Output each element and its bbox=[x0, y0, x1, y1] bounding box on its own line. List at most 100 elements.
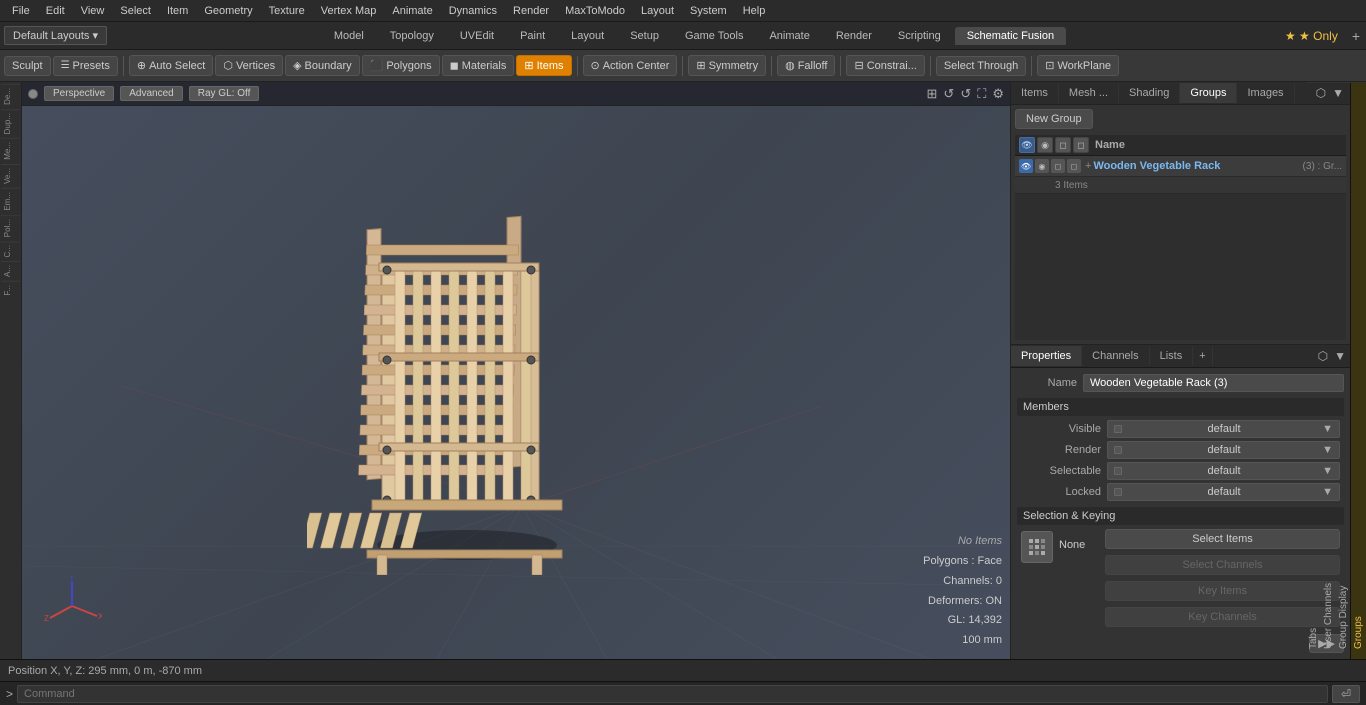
select-channels-button[interactable]: Select Channels bbox=[1105, 555, 1340, 575]
rp-tab-shading[interactable]: Shading bbox=[1119, 83, 1180, 103]
polygons-button[interactable]: ⬛ Polygons bbox=[362, 55, 440, 76]
command-input[interactable] bbox=[17, 685, 1328, 703]
props-tab-add[interactable]: + bbox=[1193, 346, 1212, 366]
group-lock-icon[interactable]: ◻ bbox=[1051, 159, 1065, 173]
rp-tab-items[interactable]: Items bbox=[1011, 83, 1059, 103]
presets-button[interactable]: ☰ Presets bbox=[53, 56, 118, 76]
tab-model[interactable]: Model bbox=[322, 27, 376, 45]
strip-item-f[interactable]: F... bbox=[1, 281, 20, 299]
auto-select-button[interactable]: ⊕ Auto Select bbox=[129, 55, 213, 76]
selection-keying-header[interactable]: Selection & Keying bbox=[1017, 507, 1344, 525]
falloff-button[interactable]: ◍ Falloff bbox=[777, 55, 835, 76]
group-camera-icon[interactable]: ◉ bbox=[1035, 159, 1049, 173]
boundary-button[interactable]: ◈ Boundary bbox=[285, 55, 360, 76]
tab-paint[interactable]: Paint bbox=[508, 27, 557, 45]
vtab-group-display[interactable]: Group Display bbox=[1336, 82, 1351, 659]
tab-topology[interactable]: Topology bbox=[378, 27, 446, 45]
menu-texture[interactable]: Texture bbox=[261, 3, 313, 19]
strip-item-a[interactable]: A... bbox=[1, 261, 20, 280]
vtab-groups[interactable]: Groups bbox=[1351, 82, 1366, 659]
viewport-icon-4[interactable]: ⛶ bbox=[977, 86, 986, 102]
tab-render[interactable]: Render bbox=[824, 27, 884, 45]
viewport-icon-3[interactable]: ↺ bbox=[960, 86, 971, 102]
advanced-button[interactable]: Advanced bbox=[120, 86, 182, 101]
group-icon-eye[interactable]: 👁 bbox=[1019, 137, 1035, 153]
ray-gl-button[interactable]: Ray GL: Off bbox=[189, 86, 260, 101]
action-center-button[interactable]: ⊙ Action Center bbox=[583, 55, 678, 76]
viewport-icon-1[interactable]: ⊞ bbox=[927, 86, 938, 102]
props-members-header[interactable]: Members bbox=[1017, 398, 1344, 416]
strip-item-pol[interactable]: Pol... bbox=[1, 215, 20, 240]
constraints-button[interactable]: ⊟ Constrai... bbox=[846, 55, 924, 76]
auto-select-icon: ⊕ bbox=[137, 59, 146, 72]
command-bar: > ⏎ bbox=[0, 681, 1366, 705]
strip-item-me[interactable]: Me... bbox=[1, 138, 20, 163]
key-items-button[interactable]: Key Items bbox=[1105, 581, 1340, 601]
menu-edit[interactable]: Edit bbox=[38, 3, 73, 19]
key-channels-button[interactable]: Key Channels bbox=[1105, 607, 1340, 627]
strip-item-ve[interactable]: Ve... bbox=[1, 164, 20, 187]
menu-vertex-map[interactable]: Vertex Map bbox=[313, 3, 385, 19]
tab-scripting[interactable]: Scripting bbox=[886, 27, 953, 45]
perspective-button[interactable]: Perspective bbox=[44, 86, 114, 101]
props-visible-label: Visible bbox=[1021, 423, 1101, 435]
group-expand-icon[interactable]: + bbox=[1085, 160, 1091, 172]
group-eye-icon[interactable]: 👁 bbox=[1019, 159, 1033, 173]
viewport-canvas[interactable]: X Z Y No Items Polygons : Face Channels:… bbox=[22, 106, 1010, 659]
viewport-dot[interactable] bbox=[28, 89, 38, 99]
symmetry-button[interactable]: ⊞ Symmetry bbox=[688, 55, 766, 76]
viewport-icon-5[interactable]: ⚙ bbox=[992, 86, 1004, 102]
props-tab-properties[interactable]: Properties bbox=[1011, 346, 1082, 366]
tab-uvedit[interactable]: UVEdit bbox=[448, 27, 506, 45]
command-execute-button[interactable]: ⏎ bbox=[1332, 685, 1360, 703]
tab-schematic-fusion[interactable]: Schematic Fusion bbox=[955, 27, 1066, 45]
vertices-button[interactable]: ⬡ Vertices bbox=[215, 55, 283, 76]
group-row-wooden-rack[interactable]: 👁 ◉ ◻ ◻ + Wooden Vegetable Rack (3) : Gr… bbox=[1015, 156, 1346, 177]
menu-layout[interactable]: Layout bbox=[633, 3, 682, 19]
viewport[interactable]: Perspective Advanced Ray GL: Off ⊞ ↺ ↺ ⛶… bbox=[22, 82, 1010, 659]
strip-item-c[interactable]: C... bbox=[1, 241, 20, 260]
menu-select[interactable]: Select bbox=[112, 3, 159, 19]
menu-help[interactable]: Help bbox=[735, 3, 774, 19]
viewport-icon-2[interactable]: ↺ bbox=[943, 86, 954, 102]
group-icon-extra[interactable]: ◻ bbox=[1073, 137, 1089, 153]
props-tab-lists[interactable]: Lists bbox=[1150, 346, 1194, 366]
tab-game-tools[interactable]: Game Tools bbox=[673, 27, 756, 45]
group-extra-icon[interactable]: ◻ bbox=[1067, 159, 1081, 173]
vtab-user-channels[interactable]: User Channels bbox=[1321, 82, 1336, 659]
menu-animate[interactable]: Animate bbox=[384, 3, 440, 19]
work-plane-button[interactable]: ⊡ WorkPlane bbox=[1037, 55, 1119, 76]
menu-item[interactable]: Item bbox=[159, 3, 196, 19]
menu-dynamics[interactable]: Dynamics bbox=[441, 3, 505, 19]
strip-item-de[interactable]: De... bbox=[1, 84, 20, 108]
select-items-button[interactable]: Select Items bbox=[1105, 529, 1340, 549]
strip-item-dup[interactable]: Dup... bbox=[1, 109, 20, 137]
rp-tab-mesh[interactable]: Mesh ... bbox=[1059, 83, 1119, 103]
vtab-tabs[interactable]: Tabs bbox=[1306, 82, 1321, 659]
sculpt-button[interactable]: Sculpt bbox=[4, 56, 51, 76]
props-tab-channels[interactable]: Channels bbox=[1082, 346, 1149, 366]
rp-tab-groups[interactable]: Groups bbox=[1180, 83, 1237, 103]
tab-animate[interactable]: Animate bbox=[757, 27, 821, 45]
menu-maxtomodo[interactable]: MaxToModo bbox=[557, 3, 633, 19]
menu-file[interactable]: File bbox=[4, 3, 38, 19]
menu-system[interactable]: System bbox=[682, 3, 735, 19]
menu-render[interactable]: Render bbox=[505, 3, 557, 19]
rp-tab-images[interactable]: Images bbox=[1237, 83, 1294, 103]
layout-add-button[interactable]: + bbox=[1346, 26, 1366, 46]
key-icon-box[interactable] bbox=[1021, 531, 1053, 563]
tab-layout[interactable]: Layout bbox=[559, 27, 616, 45]
menu-view[interactable]: View bbox=[73, 3, 113, 19]
materials-button[interactable]: ◼ Materials bbox=[442, 55, 515, 76]
select-through-button[interactable]: Select Through bbox=[936, 56, 1026, 76]
strip-item-em[interactable]: Em... bbox=[1, 188, 20, 214]
group-icon-lock[interactable]: ◻ bbox=[1055, 137, 1071, 153]
layout-selector[interactable]: Default Layouts ▾ bbox=[4, 26, 107, 45]
tab-setup[interactable]: Setup bbox=[618, 27, 671, 45]
menu-geometry[interactable]: Geometry bbox=[196, 3, 260, 19]
items-button[interactable]: ⊞ Items bbox=[516, 55, 571, 76]
props-name-input[interactable] bbox=[1083, 374, 1344, 392]
new-group-button[interactable]: New Group bbox=[1015, 109, 1093, 129]
work-plane-icon: ⊡ bbox=[1045, 59, 1054, 72]
group-icon-camera[interactable]: ◉ bbox=[1037, 137, 1053, 153]
